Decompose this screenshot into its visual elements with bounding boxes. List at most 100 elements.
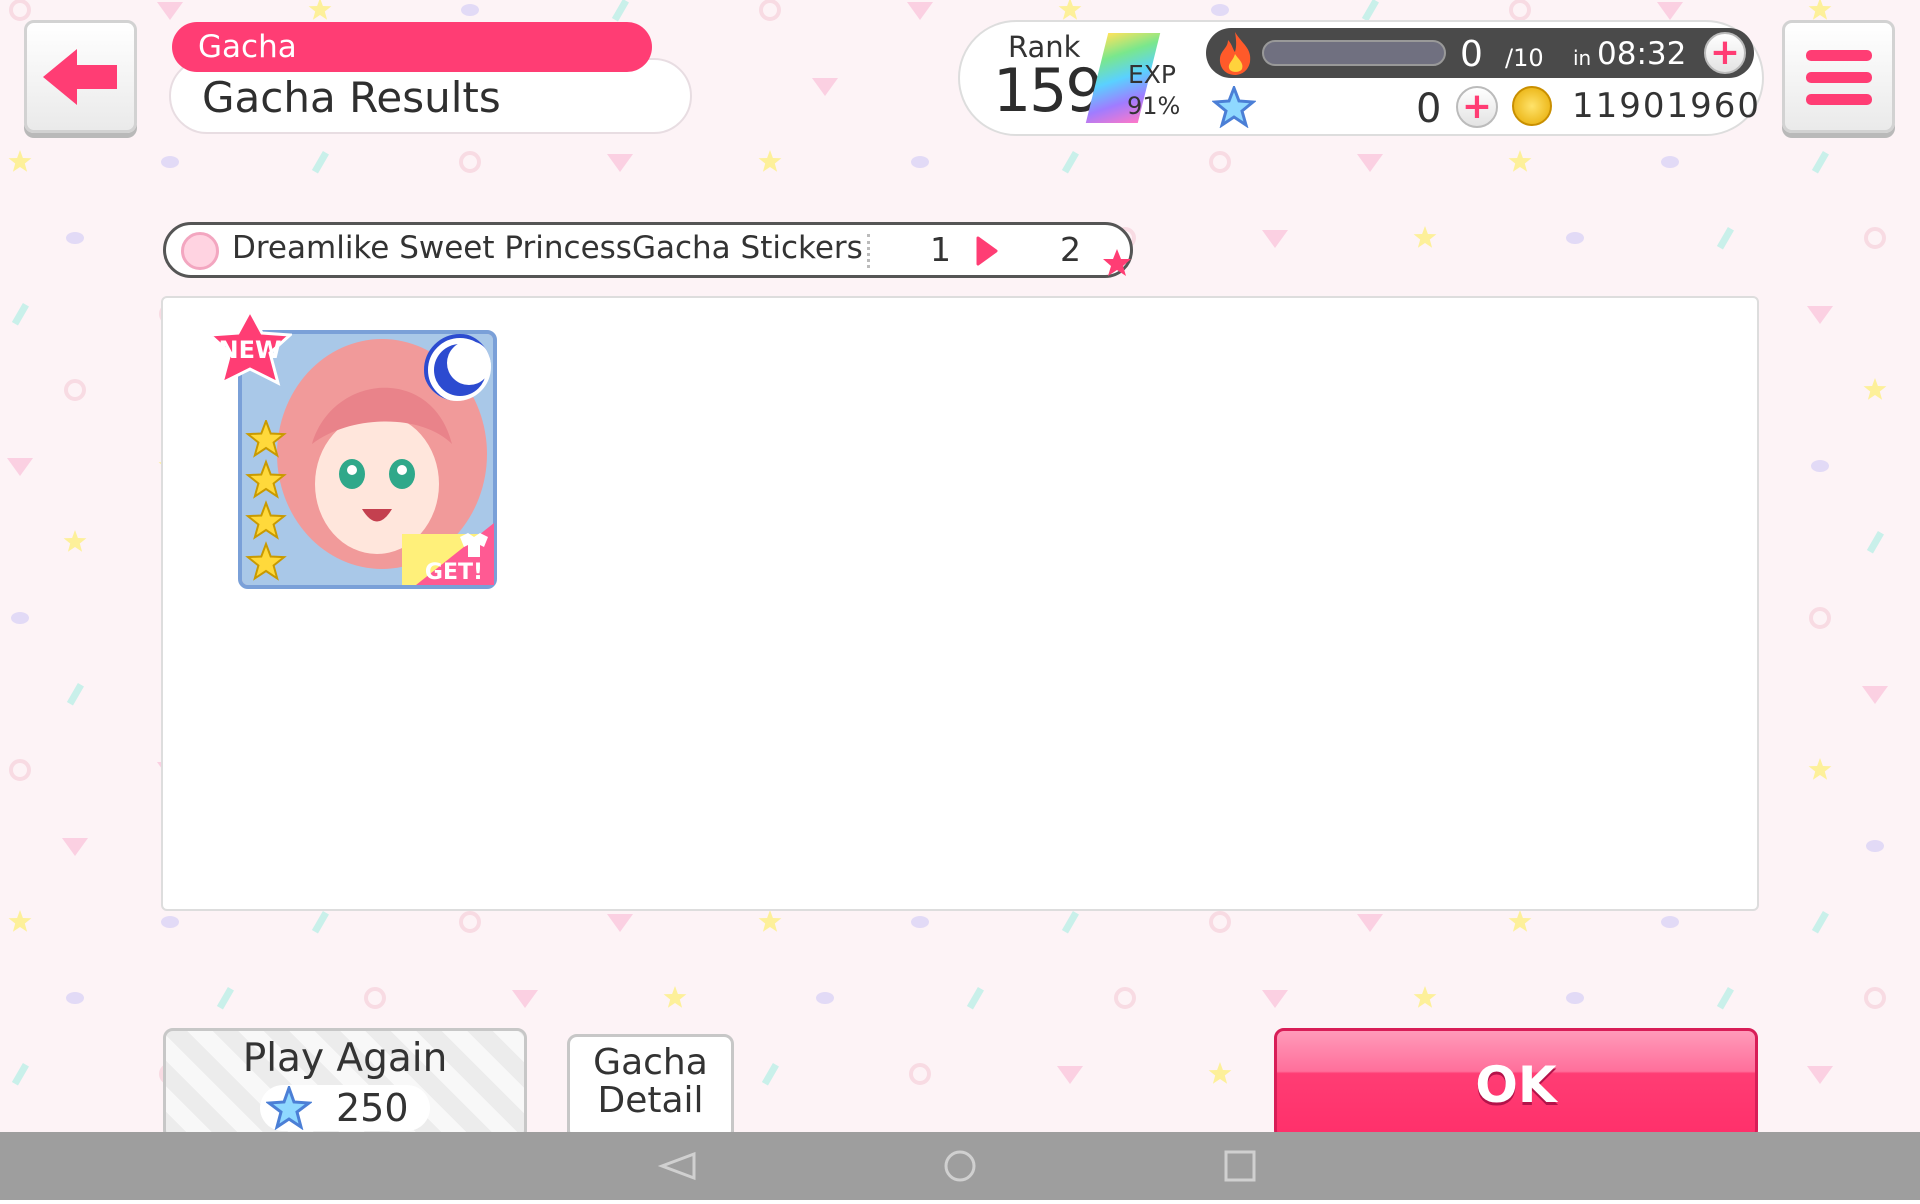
background-pattern-shape — [1811, 910, 1829, 934]
stamina-current: 0 — [1460, 34, 1483, 75]
background-pattern-shape — [1057, 1066, 1083, 1084]
background-pattern-shape — [909, 1063, 931, 1085]
background-pattern-shape — [1661, 156, 1679, 168]
play-again-label: Play Again — [242, 1036, 448, 1081]
background-pattern-shape — [459, 151, 481, 173]
background-pattern-shape — [911, 156, 929, 168]
exp-label: EXP — [1128, 60, 1176, 89]
background-pattern-shape — [1211, 4, 1229, 16]
background-pattern-shape — [1863, 378, 1887, 400]
background-pattern-shape — [8, 150, 32, 172]
add-star-gems-button[interactable]: + — [1456, 86, 1498, 128]
rarity-star-icon — [245, 420, 287, 458]
coin-count: 11901960 — [1572, 86, 1762, 126]
background-pattern-shape — [1058, 0, 1082, 20]
background-pattern-shape — [11, 1062, 29, 1086]
gacha-detail-label: Gacha Detail — [567, 1044, 734, 1120]
background-pattern-shape — [1809, 607, 1831, 629]
background-pattern-shape — [607, 154, 633, 172]
nav-recents-icon[interactable] — [1224, 1150, 1256, 1182]
background-pattern-shape — [812, 78, 838, 96]
background-pattern-shape — [1509, 0, 1531, 21]
background-pattern-shape — [9, 0, 31, 21]
gacha-name: Dreamlike Sweet PrincessGacha Stickers — [232, 230, 863, 266]
background-pattern-shape — [1361, 0, 1379, 22]
background-pattern-shape — [308, 0, 332, 20]
rank-value: 159 — [993, 56, 1104, 126]
background-pattern-shape — [1808, 758, 1832, 780]
background-pattern-shape — [66, 682, 84, 706]
background-pattern-shape — [1508, 150, 1532, 172]
back-arrow-icon — [42, 48, 117, 105]
background-pattern-shape — [758, 910, 782, 932]
background-pattern-shape — [7, 458, 33, 476]
background-pattern-shape — [966, 986, 984, 1010]
background-pattern-shape — [907, 2, 933, 20]
background-pattern-shape — [1566, 992, 1584, 1004]
background-pattern-shape — [1864, 227, 1886, 249]
back-button[interactable] — [24, 20, 137, 133]
background-pattern-shape — [816, 992, 834, 1004]
background-pattern-shape — [8, 910, 32, 932]
background-pattern-shape — [64, 379, 86, 401]
gacha-detail-label-line2: Detail — [597, 1080, 704, 1121]
background-pattern-shape — [1661, 916, 1679, 928]
play-again-cost: 250 — [336, 1086, 409, 1130]
background-pattern-shape — [1864, 987, 1886, 1009]
next-page-arrow-icon[interactable] — [976, 236, 1000, 266]
background-pattern-shape — [1209, 911, 1231, 933]
add-stamina-button[interactable]: + — [1704, 32, 1746, 74]
stamina-in-label: in — [1573, 46, 1592, 70]
background-pattern-shape — [1357, 154, 1383, 172]
background-pattern-shape — [1413, 986, 1437, 1008]
new-badge-icon: NEW — [208, 311, 292, 386]
moon-attribute-icon — [424, 334, 491, 401]
new-badge-label: NEW — [219, 336, 282, 364]
background-pattern-shape — [759, 0, 781, 21]
background-pattern-shape — [63, 530, 87, 552]
ok-label: OK — [1475, 1056, 1557, 1114]
star-gem-icon — [266, 1086, 312, 1130]
background-pattern-shape — [311, 150, 329, 174]
system-navigation-bar — [0, 1132, 1920, 1200]
rarity-star-icon — [245, 459, 287, 499]
background-pattern-shape — [1262, 230, 1288, 248]
background-pattern-shape — [1357, 914, 1383, 932]
star-icon — [1103, 249, 1131, 276]
flame-icon — [1219, 32, 1251, 75]
hamburger-icon — [1805, 49, 1872, 105]
nav-back-icon[interactable] — [657, 1151, 696, 1181]
star-gem-count: 0 — [1416, 86, 1442, 132]
background-pattern-shape — [1716, 226, 1734, 250]
stamina-timer: 08:32 — [1597, 36, 1687, 72]
page-current: 1 — [930, 230, 951, 269]
background-pattern-shape — [157, 2, 183, 20]
background-pattern-shape — [1811, 460, 1829, 472]
background-pattern-shape — [1657, 2, 1683, 20]
rarity-stars — [245, 420, 287, 581]
background-pattern-shape — [311, 910, 329, 934]
background-pattern-shape — [11, 612, 29, 624]
get-badge-label: GET! — [425, 560, 483, 585]
background-pattern-shape — [911, 916, 929, 928]
background-pattern-shape — [11, 302, 29, 326]
background-pattern-shape — [161, 156, 179, 168]
background-pattern-shape — [1413, 226, 1437, 248]
background-pattern-shape — [161, 916, 179, 928]
background-pattern-shape — [62, 838, 88, 856]
background-pattern-shape — [758, 150, 782, 172]
background-pattern-shape — [1807, 306, 1833, 324]
background-pattern-shape — [1508, 910, 1532, 932]
background-pattern-shape — [1061, 150, 1079, 174]
background-pattern-shape — [1807, 1066, 1833, 1084]
background-pattern-shape — [459, 911, 481, 933]
background-pattern-shape — [1566, 232, 1584, 244]
nav-home-icon[interactable] — [944, 1150, 976, 1182]
stamina-max: /10 — [1505, 44, 1544, 72]
background-pattern-shape — [1262, 990, 1288, 1008]
gacha-detail-label-line1: Gacha — [593, 1042, 708, 1083]
background-pattern-shape — [1061, 910, 1079, 934]
page-total: 2 — [1060, 230, 1081, 269]
exp-percent: 91% — [1127, 92, 1181, 120]
menu-button[interactable] — [1782, 20, 1895, 133]
